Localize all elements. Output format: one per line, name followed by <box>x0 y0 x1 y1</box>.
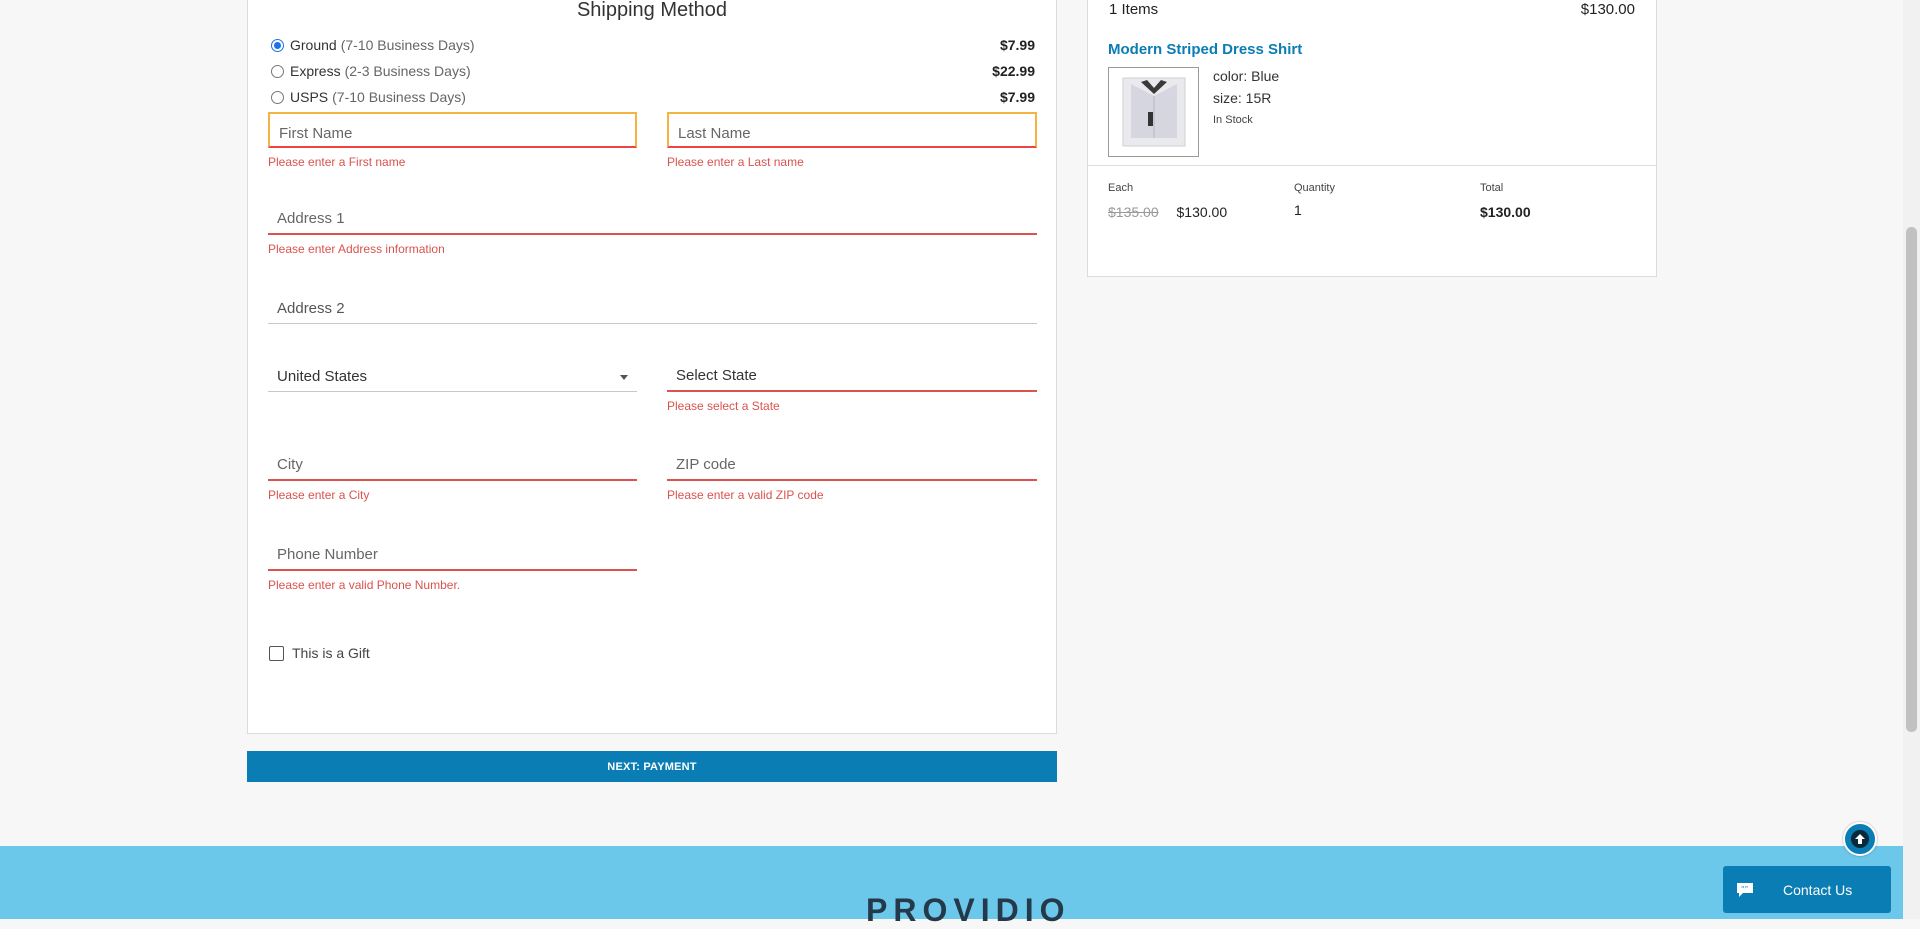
first-name-field: First Name Please enter a First name <box>268 112 637 169</box>
shipping-option-ground[interactable]: Ground (7-10 Business Days) $7.99 <box>271 34 1035 56</box>
country-select[interactable]: United States <box>268 356 637 392</box>
stock-status: In Stock <box>1213 114 1253 126</box>
each-label: Each <box>1108 182 1134 194</box>
quantity-label: Quantity <box>1294 182 1335 194</box>
phone-error: Please enter a valid Phone Number. <box>268 578 461 592</box>
first-name-input[interactable]: First Name <box>268 112 637 148</box>
shirt-icon <box>1122 77 1185 147</box>
zip-field: ZIP code Please enter a valid ZIP code <box>667 445 1037 502</box>
city-error: Please enter a City <box>268 488 370 502</box>
footer-brand-logo: PROVIDIO <box>866 892 1071 928</box>
product-size: size: 15R <box>1213 90 1272 106</box>
contact-us-label: Contact Us <box>1783 881 1853 898</box>
total-label: Total <box>1480 182 1504 194</box>
last-name-input[interactable]: Last Name <box>667 112 1037 148</box>
address1-input[interactable]: Address 1 <box>268 199 1037 235</box>
city-field: City Please enter a City <box>268 445 637 502</box>
radio-express[interactable] <box>271 64 284 78</box>
shipping-option-express[interactable]: Express (2-3 Business Days) $22.99 <box>271 60 1035 82</box>
address1-field: Address 1 Please enter Address informati… <box>268 199 1037 256</box>
product-name-link[interactable]: Modern Striped Dress Shirt <box>1108 41 1302 58</box>
shipping-option-days: (7-10 Business Days) <box>340 37 475 53</box>
last-name-field: Last Name Please enter a Last name <box>667 112 1037 169</box>
country-field: United States <box>268 356 637 392</box>
state-error: Please select a State <box>667 399 780 413</box>
state-field: Select State Please select a State <box>667 356 1037 413</box>
first-name-error: Please enter a First name <box>268 155 406 169</box>
scroll-to-top-button[interactable] <box>1843 822 1877 856</box>
shipping-option-usps[interactable]: USPS (7-10 Business Days) $7.99 <box>271 86 1035 108</box>
product-color: color: Blue <box>1213 68 1280 84</box>
address2-field: Address 2 <box>268 288 1037 324</box>
last-name-error: Please enter a Last name <box>667 155 804 169</box>
items-count: 1 Items <box>1109 1 1159 18</box>
product-thumbnail[interactable] <box>1108 67 1199 157</box>
gift-option[interactable]: This is a Gift <box>269 645 370 661</box>
order-summary-card: 1 Items $130.00 Modern Striped Dress Shi… <box>1087 0 1657 277</box>
gift-checkbox[interactable] <box>269 645 284 661</box>
svg-text:“”: “” <box>1741 885 1748 893</box>
quantity-value: 1 <box>1294 202 1302 218</box>
shipping-title: Shipping Method <box>576 0 728 21</box>
phone-input[interactable]: Phone Number <box>268 535 637 571</box>
shipping-option-name: USPS <box>290 89 329 105</box>
sale-price: $130.00 <box>1176 204 1228 220</box>
address2-input[interactable]: Address 2 <box>268 288 1037 324</box>
phone-field: Phone Number Please enter a valid Phone … <box>268 535 637 592</box>
shipping-option-name: Express <box>290 63 341 79</box>
radio-ground[interactable] <box>271 38 284 52</box>
shipping-option-price: $22.99 <box>992 63 1035 79</box>
items-total: $130.00 <box>1580 1 1635 18</box>
address1-error: Please enter Address information <box>268 242 445 256</box>
shipping-option-price: $7.99 <box>999 89 1035 105</box>
shipping-option-name: Ground <box>290 37 337 53</box>
shipping-option-days: (2-3 Business Days) <box>344 63 471 79</box>
shipping-card: Shipping Method Ground (7-10 Business Da… <box>247 0 1057 734</box>
country-value: United States <box>277 368 368 385</box>
original-price: $135.00 <box>1108 204 1159 220</box>
next-payment-button[interactable]: NEXT: PAYMENT <box>247 751 1057 782</box>
state-select[interactable]: Select State <box>667 356 1037 392</box>
shipping-option-days: (7-10 Business Days) <box>332 89 466 105</box>
zip-input[interactable]: ZIP code <box>667 445 1037 481</box>
arrow-up-icon <box>1851 830 1869 848</box>
radio-usps[interactable] <box>271 90 284 104</box>
total-value: $130.00 <box>1480 204 1531 220</box>
scrollbar-thumb[interactable] <box>1906 227 1917 732</box>
shipping-option-price: $7.99 <box>999 37 1035 53</box>
chevron-down-icon <box>620 375 628 380</box>
page-scrollbar[interactable] <box>1903 0 1920 919</box>
summary-divider <box>1088 165 1656 166</box>
items-summary-row: 1 Items $130.00 <box>1109 1 1635 18</box>
contact-us-button[interactable]: “” Contact Us <box>1723 866 1891 913</box>
zip-error: Please enter a valid ZIP code <box>667 488 824 502</box>
city-input[interactable]: City <box>268 445 637 481</box>
chat-icon: “” <box>1737 882 1753 897</box>
each-price: $135.00 $130.00 <box>1108 204 1227 220</box>
gift-label: This is a Gift <box>292 645 370 661</box>
